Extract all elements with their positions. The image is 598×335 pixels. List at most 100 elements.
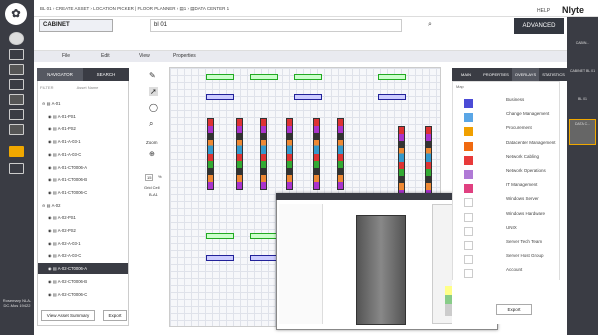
menu-view[interactable]: View [139,53,150,59]
filter-input[interactable]: Asset Name [77,85,99,90]
tree-item[interactable]: ◉ ▤ A-01-CT0006-B [38,174,128,185]
layer-item[interactable]: Server Host Group [456,253,556,266]
expand-icon[interactable]: ◉ ▤ [48,215,58,220]
list-icon[interactable] [9,94,24,105]
layer-item[interactable]: Change Management [456,111,556,124]
tree-item[interactable]: ◉ ▤ A-01-A-03-C [38,149,128,160]
lasso-icon[interactable]: ◯ [149,103,158,112]
rack-row[interactable] [294,94,322,100]
layer-item[interactable]: UNIX [456,225,556,238]
pointer-icon[interactable]: ➚ [149,87,158,96]
breadcrumb[interactable]: BL 01 › CREATE ASSET › LOCATION PICKER |… [40,6,229,12]
chart-icon[interactable] [9,124,24,135]
menu-file[interactable]: File [62,53,70,59]
tree-item[interactable]: ◉ ▤ A-02-PS1 [38,212,128,223]
right-export-button[interactable]: Export [496,304,532,315]
tree-item[interactable]: ◉ ▤ A-01-A-03-1 [38,136,128,147]
tree-item[interactable]: ◉ ▤ A-02-CT0006-A [38,263,128,275]
grid-icon[interactable] [9,79,24,90]
home-icon[interactable] [9,49,24,60]
advanced-button[interactable]: ADVANCED [514,18,564,34]
expand-icon[interactable]: ⊖ ▤ [42,203,52,208]
expand-icon[interactable]: ◉ ▤ [48,126,58,131]
server-icon[interactable] [9,109,24,120]
tab-navigator[interactable]: NAVIGATOR [37,68,83,81]
cabinet-field[interactable]: CABINET [39,19,113,32]
tree-item[interactable]: ◉ ▤ A-02-PS2 [38,225,128,236]
floorplan-icon[interactable] [9,146,24,157]
tree-item[interactable]: ⊖ ▤ A-02 [38,200,128,211]
expand-icon[interactable]: ◉ ▤ [48,177,58,182]
cabinet[interactable] [313,118,320,190]
tree-item[interactable]: ◉ ▤ A-01-CT0006-C [38,187,128,198]
tree-item[interactable]: ◉ ▤ A-01-PS2 [38,123,128,134]
tree-item[interactable]: ◉ ▤ A-02-A-03-C [38,250,128,261]
app-logo[interactable]: ✿ [5,3,27,25]
cabinet[interactable] [337,118,344,190]
expand-icon[interactable]: ⊖ ▤ [42,101,52,106]
tab-overlays[interactable]: OVERLAYS [512,68,539,81]
popup-tree[interactable] [279,204,323,324]
search-icon[interactable]: ⌕ [428,21,432,29]
zoom-icon[interactable]: ⌕ [149,119,153,129]
expand-icon[interactable]: ◉ ▤ [48,279,58,284]
expand-icon[interactable]: ◉ ▤ [48,253,58,258]
datacenter-shortcut[interactable]: DATA C... [569,119,596,145]
tree-item[interactable]: ◉ ▤ A-02-CT0006-B [38,276,128,287]
pencil-icon[interactable]: ✎ [149,71,156,80]
rack-row[interactable] [378,74,406,80]
rack-row[interactable] [250,74,278,80]
expand-icon[interactable]: ◉ ▤ [48,152,58,157]
rack-row[interactable] [294,74,322,80]
menu-properties[interactable]: Properties [173,53,196,59]
export-button[interactable]: Export [103,310,127,321]
cabinet[interactable] [207,118,214,190]
layer-item[interactable]: Windows Hardware [456,211,556,224]
expand-icon[interactable]: ◉ ▤ [48,114,58,119]
filter-row[interactable]: FILTER Asset Name [40,85,126,93]
layer-item[interactable]: Network Operations [456,168,556,181]
expand-icon[interactable]: ◉ ▤ [48,190,58,195]
zoom-value[interactable]: 15 [145,174,154,181]
rack-row[interactable] [206,255,234,261]
layer-item[interactable]: Account [456,267,556,280]
tab-properties[interactable]: PROPERTIES [480,68,512,81]
layer-item[interactable]: Server Tech Team [456,239,556,252]
layer-item[interactable]: Business [456,97,556,110]
zoom-in-icon[interactable]: ⊕ [149,150,155,158]
rack-row[interactable] [250,255,278,261]
rack-row[interactable] [378,94,406,100]
expand-icon[interactable]: ◉ ▤ [48,228,58,233]
user-avatar-icon[interactable] [9,32,24,45]
tree-item[interactable]: ◉ ▤ A-02-A-03-1 [38,238,128,249]
tree-item[interactable]: ◉ ▤ A-01-CT0006-A [38,162,128,173]
expand-icon[interactable]: ◉ ▤ [48,292,58,297]
cabinet[interactable] [286,118,293,190]
help-link[interactable]: HELP [537,8,550,14]
tree-item[interactable]: ◉ ▤ A-02-CT0006-C [38,289,128,300]
layer-item[interactable]: IT Management [456,182,556,195]
expand-icon[interactable]: ◉ ▤ [48,241,58,246]
cabinet[interactable] [425,126,432,198]
expand-icon[interactable]: ◉ ▤ [48,139,58,144]
tab-main[interactable]: MAIN [452,68,480,81]
rack-row[interactable] [206,74,234,80]
rack-row[interactable] [206,233,234,239]
tree-item[interactable]: ⊖ ▤ A-01 [38,98,128,109]
cabinet-bl01-shortcut[interactable]: CABINET BL 01 [569,67,596,93]
menu-edit[interactable]: Edit [101,53,110,59]
expand-icon[interactable]: ◉ ▤ [48,266,58,271]
layer-item[interactable]: Network Cabling [456,154,556,167]
view-summary-button[interactable]: View Asset Summary [41,310,95,321]
location-field[interactable]: bl 01 [150,19,402,32]
cabinet-shortcut[interactable]: CABIN... [569,39,596,65]
reports-icon[interactable] [9,163,24,174]
cabinet[interactable] [398,126,405,198]
cabinet[interactable] [260,118,267,190]
tree-item[interactable]: ◉ ▤ A-01-PS1 [38,111,128,122]
layer-item[interactable]: Datacenter Management [456,140,556,153]
expand-icon[interactable]: ◉ ▤ [48,165,58,170]
calendar-icon[interactable] [9,64,24,75]
cabinet[interactable] [236,118,243,190]
layer-item[interactable]: Windows Server [456,196,556,209]
